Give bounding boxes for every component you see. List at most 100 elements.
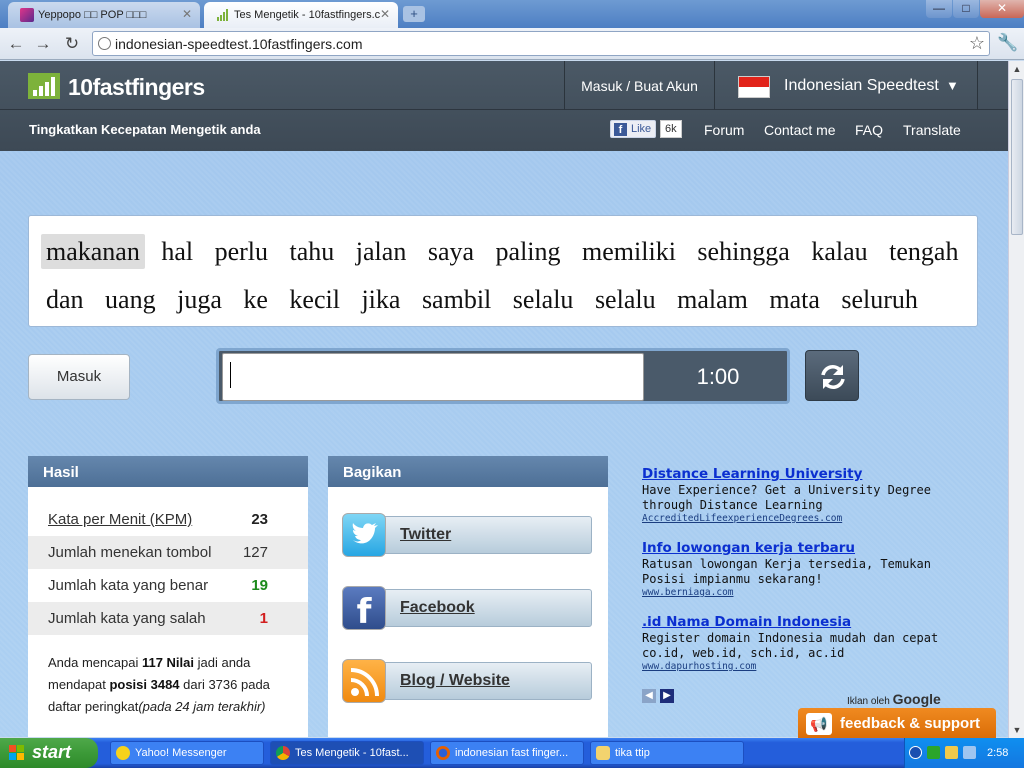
results-panel: Hasil Kata per Menit (KPM) 23 Jumlah men… xyxy=(28,456,308,737)
tab-yeppopo[interactable]: Yeppopo □□ POP □□□ ✕ xyxy=(8,2,200,28)
nav-forum[interactable]: Forum xyxy=(704,122,744,138)
nav-faq[interactable]: FAQ xyxy=(855,122,883,138)
facebook-like-button[interactable]: f Like xyxy=(610,120,657,138)
tab-tes-mengetik[interactable]: Tes Mengetik - 10fastfingers.c ✕ xyxy=(204,2,398,28)
volume-icon[interactable] xyxy=(963,746,976,759)
browser-toolbar: ← → ↻ indonesian-speedtest.10fastfingers… xyxy=(0,28,1024,60)
scroll-up-arrow-icon[interactable]: ▲ xyxy=(1009,61,1024,77)
yeppopo-favicon xyxy=(20,8,34,22)
word: dan xyxy=(46,285,84,314)
clock: 2:58 xyxy=(987,747,1009,759)
page-scrollbar[interactable]: ▲ ▼ xyxy=(1008,61,1024,738)
result-row-wrong: Jumlah kata yang salah 1 xyxy=(28,602,308,635)
word: saya xyxy=(427,237,475,266)
system-tray: 2:58 xyxy=(904,738,1024,768)
close-tab-icon[interactable]: ✕ xyxy=(380,7,390,21)
word: jalan xyxy=(355,237,407,266)
task-label: Tes Mengetik - 10fast... xyxy=(295,747,409,759)
wrong-words-value: 1 xyxy=(259,610,268,627)
back-arrow-icon[interactable]: ← xyxy=(5,33,27,55)
site-logo[interactable]: 10fastfingers xyxy=(68,74,205,101)
scroll-down-arrow-icon[interactable]: ▼ xyxy=(1009,722,1024,738)
nav-contact[interactable]: Contact me xyxy=(764,122,836,138)
ad-next-arrow-icon[interactable]: ▶ xyxy=(660,689,674,703)
yahoo-messenger-icon xyxy=(116,746,130,760)
task-yahoo-messenger[interactable]: Yahoo! Messenger xyxy=(110,741,264,765)
results-title: Hasil xyxy=(28,456,308,487)
ad-title[interactable]: Info lowongan kerja terbaru xyxy=(642,540,942,556)
correct-words-value: 19 xyxy=(251,577,268,594)
bookmark-star-icon[interactable]: ☆ xyxy=(969,33,985,54)
wrench-menu-icon[interactable]: 🔧 xyxy=(997,33,1018,53)
ad-prev-arrow-icon[interactable]: ◀ xyxy=(642,689,656,703)
rank-summary: Anda mencapai 117 Nilai jadi anda mendap… xyxy=(48,652,298,718)
like-count: 6k xyxy=(660,120,682,138)
blog-label: Blog / Website xyxy=(400,672,510,689)
wrong-words-label: Jumlah kata yang salah xyxy=(48,610,206,627)
forward-arrow-icon[interactable]: → xyxy=(32,33,54,55)
keystrokes-label: Jumlah menekan tombol xyxy=(48,544,212,561)
scroll-thumb[interactable] xyxy=(1011,79,1023,235)
maximize-button[interactable]: □ xyxy=(953,0,979,18)
messenger-tray-icon[interactable] xyxy=(945,746,958,759)
kpm-value: 23 xyxy=(251,511,268,528)
word: malam xyxy=(677,285,748,314)
ad-url[interactable]: AccreditedLifeexperienceDegrees.com xyxy=(642,513,942,524)
typing-input[interactable] xyxy=(222,353,644,401)
ad-url[interactable]: www.berniaga.com xyxy=(642,587,942,598)
ad-title[interactable]: Distance Learning University xyxy=(642,466,942,482)
nav-translate[interactable]: Translate xyxy=(903,122,961,138)
share-blog-button[interactable]: Blog / Website xyxy=(342,659,592,703)
folder-icon xyxy=(596,746,610,760)
task-label: indonesian fast finger... xyxy=(455,747,569,759)
word: hal xyxy=(161,237,194,266)
word: mata xyxy=(769,285,820,314)
share-facebook-button[interactable]: f Facebook xyxy=(342,586,592,632)
chrome-icon xyxy=(276,746,290,760)
site-tagline: Tingkatkan Kecepatan Mengetik anda xyxy=(29,122,261,137)
tab-label: Tes Mengetik - 10fastfingers.c xyxy=(234,9,381,21)
masuk-button[interactable]: Masuk xyxy=(28,354,130,400)
megaphone-icon: 📢 xyxy=(806,713,832,735)
logo-bars-icon xyxy=(28,73,60,99)
reload-icon[interactable]: ↻ xyxy=(61,33,83,55)
word: paling xyxy=(495,237,561,266)
close-window-button[interactable]: ✕ xyxy=(980,0,1024,18)
feedback-button[interactable]: 📢 feedback & support xyxy=(798,708,996,740)
ad-block: Distance Learning University Have Experi… xyxy=(642,466,942,688)
caret-down-icon: ▼ xyxy=(946,78,959,93)
correct-words-label: Jumlah kata yang benar xyxy=(48,577,209,594)
like-label: Like xyxy=(631,123,652,135)
ad-item: Info lowongan kerja terbaru Ratusan lowo… xyxy=(642,540,942,598)
new-tab-button[interactable]: + xyxy=(403,6,425,22)
site-topbar: 10fastfingers Masuk / Buat Akun Indonesi… xyxy=(0,61,1008,110)
start-button[interactable]: start xyxy=(0,738,98,768)
ad-url[interactable]: www.dapurhosting.com xyxy=(642,661,942,672)
task-folder[interactable]: tika ttip xyxy=(590,741,744,765)
tray-expand-icon[interactable] xyxy=(909,746,922,759)
close-tab-icon[interactable]: ✕ xyxy=(182,7,192,21)
share-twitter-button[interactable]: Twitter xyxy=(342,513,592,557)
windows-taskbar: start Yahoo! Messenger Tes Mengetik - 10… xyxy=(0,738,1024,768)
minimize-button[interactable]: — xyxy=(926,0,952,18)
kpm-label[interactable]: Kata per Menit (KPM) xyxy=(48,511,192,528)
word: sambil xyxy=(421,285,492,314)
word: uang xyxy=(105,285,156,314)
task-chrome[interactable]: Tes Mengetik - 10fast... xyxy=(270,741,424,765)
page-icon xyxy=(98,37,111,50)
address-bar[interactable]: indonesian-speedtest.10fastfingers.com ☆ xyxy=(92,31,990,56)
network-icon[interactable] xyxy=(927,746,940,759)
login-link[interactable]: Masuk / Buat Akun xyxy=(564,61,715,110)
result-row-keystrokes: Jumlah menekan tombol 127 xyxy=(28,536,308,569)
restart-button[interactable] xyxy=(805,350,859,401)
ads-by-google[interactable]: Iklan oleh Google xyxy=(847,691,941,707)
rss-icon xyxy=(342,659,386,703)
ad-title[interactable]: .id Nama Domain Indonesia xyxy=(642,614,942,630)
indonesia-flag-icon xyxy=(738,76,770,98)
language-dropdown[interactable]: Indonesian Speedtest ▼ xyxy=(716,61,978,110)
keystrokes-value: 127 xyxy=(242,544,268,561)
firefox-icon xyxy=(436,746,450,760)
result-row-correct: Jumlah kata yang benar 19 xyxy=(28,569,308,602)
refresh-icon xyxy=(821,365,845,389)
task-firefox[interactable]: indonesian fast finger... xyxy=(430,741,584,765)
